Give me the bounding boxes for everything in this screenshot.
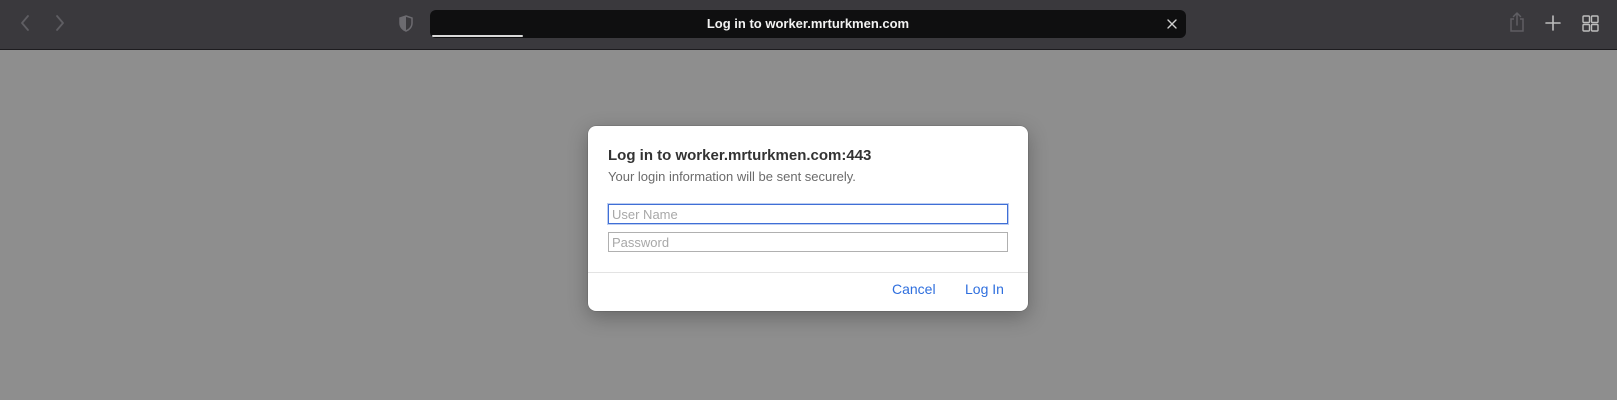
chevron-left-icon[interactable] <box>12 10 38 36</box>
dialog-subtitle: Your login information will be sent secu… <box>608 169 856 184</box>
close-icon[interactable] <box>1162 14 1182 34</box>
dialog-divider <box>588 272 1028 273</box>
chevron-right-icon[interactable] <box>47 10 73 36</box>
login-button[interactable]: Log In <box>965 281 1004 297</box>
plus-icon[interactable] <box>1540 10 1566 36</box>
password-input[interactable] <box>608 232 1008 252</box>
cancel-button[interactable]: Cancel <box>892 281 936 297</box>
shield-icon[interactable] <box>393 10 419 36</box>
address-bar[interactable]: Log in to worker.mrturkmen.com <box>430 10 1186 38</box>
username-input[interactable] <box>608 204 1008 224</box>
dialog-title: Log in to worker.mrturkmen.com:443 <box>608 147 872 164</box>
login-dialog: Log in to worker.mrturkmen.com:443 Your … <box>588 126 1028 311</box>
tab-overview-icon[interactable] <box>1577 10 1603 36</box>
address-text: Log in to worker.mrturkmen.com <box>706 16 910 31</box>
page-load-progress <box>432 35 523 37</box>
browser-toolbar: Log in to worker.mrturkmen.com <box>0 0 1617 50</box>
share-icon[interactable] <box>1504 9 1530 35</box>
